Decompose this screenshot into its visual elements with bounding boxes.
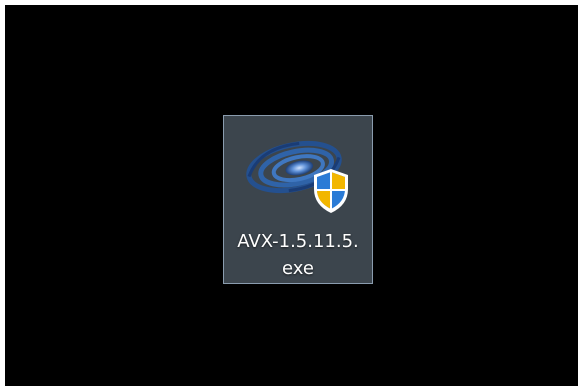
icon-label-line2: exe bbox=[282, 258, 314, 279]
desktop-icon-avx-exe[interactable]: AVX-1.5.11.5. exe bbox=[223, 115, 373, 284]
uac-shield-icon bbox=[314, 169, 348, 213]
galaxy-app-icon bbox=[246, 140, 348, 213]
desktop-icon-label: AVX-1.5.11.5. exe bbox=[224, 228, 372, 282]
icon-label-line1: AVX-1.5.11.5. bbox=[237, 231, 359, 252]
desktop: AVX-1.5.11.5. exe bbox=[5, 5, 578, 386]
